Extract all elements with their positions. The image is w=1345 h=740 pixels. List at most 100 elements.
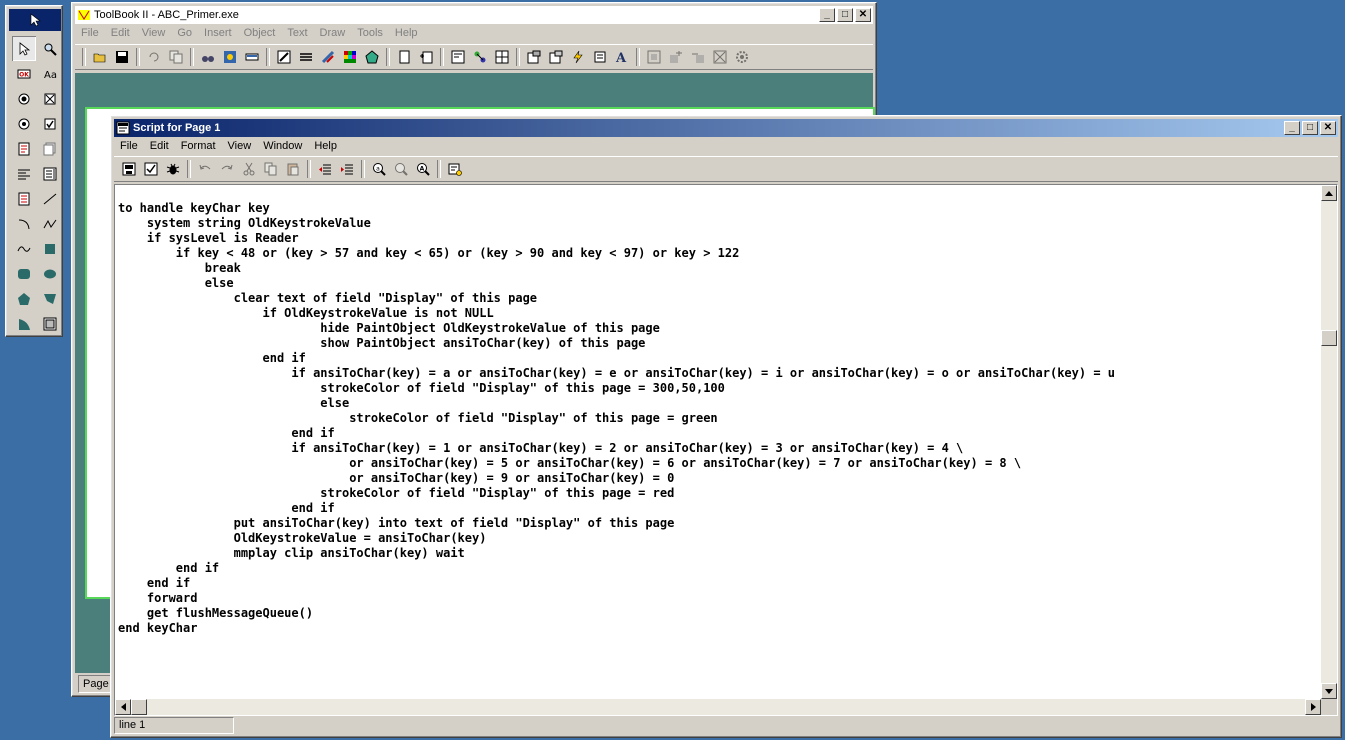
polyline-tool-icon[interactable] (38, 211, 62, 236)
menu-view[interactable]: View (222, 140, 258, 152)
binoculars-icon[interactable] (197, 47, 219, 67)
outdent-icon[interactable] (314, 159, 336, 179)
paste-icon[interactable] (282, 159, 304, 179)
minimize-button[interactable]: _ (819, 8, 835, 22)
debug-bug-icon[interactable] (162, 159, 184, 179)
undo-icon[interactable] (194, 159, 216, 179)
scroll-up-button[interactable] (1321, 185, 1337, 201)
vertical-scrollbar[interactable] (1321, 185, 1337, 699)
horizontal-scrollbar[interactable] (115, 699, 1321, 715)
find-icon[interactable]: a (368, 159, 390, 179)
menu-file[interactable]: File (114, 140, 144, 152)
replace-icon[interactable]: A (412, 159, 434, 179)
author-mode-icon[interactable] (273, 47, 295, 67)
curve-tool-icon[interactable] (12, 236, 36, 261)
save-disk-icon[interactable] (111, 47, 133, 67)
label-tool-icon[interactable]: Aa (38, 61, 62, 86)
menu-help[interactable]: Help (308, 140, 343, 152)
pentagon-tool-icon[interactable] (12, 286, 36, 311)
menu-object[interactable]: Object (238, 27, 282, 39)
close-button[interactable]: ✕ (855, 8, 871, 22)
radio-alt-tool-icon[interactable] (12, 111, 36, 136)
toolbook-titlebar[interactable]: ToolBook II - ABC_Primer.exe _ □ ✕ (75, 6, 873, 24)
button-tool-icon[interactable]: OK (12, 61, 36, 86)
page-properties-icon[interactable] (545, 47, 567, 67)
vertical-scroll-thumb[interactable] (1321, 330, 1337, 346)
scroll-left-button[interactable] (115, 699, 131, 715)
pie-tool-icon[interactable] (12, 311, 36, 336)
color-tray-icon[interactable] (317, 47, 339, 67)
indent-icon[interactable] (336, 159, 358, 179)
maximize-button[interactable]: □ (837, 8, 853, 22)
record-field-tool-icon[interactable] (38, 136, 62, 161)
list-tool-icon[interactable] (12, 186, 36, 211)
irregular-polygon-tool-icon[interactable] (38, 286, 62, 311)
run-script-icon[interactable] (444, 159, 466, 179)
menu-tools[interactable]: Tools (351, 27, 389, 39)
maximize-button[interactable]: □ (1302, 121, 1318, 135)
lightning-icon[interactable] (567, 47, 589, 67)
rounded-rect-tool-icon[interactable] (12, 261, 36, 286)
open-folder-icon[interactable] (89, 47, 111, 67)
ungroup-icon[interactable] (709, 47, 731, 67)
ellipse-tool-icon[interactable] (38, 261, 62, 286)
group-icon[interactable] (643, 47, 665, 67)
menu-edit[interactable]: Edit (144, 140, 175, 152)
field-tool-icon[interactable] (12, 136, 36, 161)
catalog-icon[interactable] (219, 47, 241, 67)
bring-forward-icon[interactable] (665, 47, 687, 67)
radio-button-tool-icon[interactable] (12, 86, 36, 111)
combo-box-tool-icon[interactable] (38, 161, 62, 186)
page-icon[interactable] (393, 47, 415, 67)
menu-insert[interactable]: Insert (198, 27, 238, 39)
stage-tool-icon[interactable] (38, 311, 62, 336)
flow-icon[interactable] (469, 47, 491, 67)
zoom-tool-icon[interactable] (38, 36, 62, 61)
widget-icon[interactable] (241, 47, 263, 67)
horizontal-scroll-thumb[interactable] (131, 699, 147, 715)
pointer-tool-icon[interactable] (12, 36, 36, 61)
menu-view[interactable]: View (136, 27, 172, 39)
checkbox-cross-tool-icon[interactable] (38, 86, 62, 111)
menu-go[interactable]: Go (171, 27, 198, 39)
scroll-right-button[interactable] (1305, 699, 1321, 715)
font-icon[interactable]: A (611, 47, 633, 67)
properties-icon[interactable] (447, 47, 469, 67)
script-titlebar[interactable]: Script for Page 1 _ □ ✕ (114, 119, 1338, 137)
cut-scissors-icon[interactable] (238, 159, 260, 179)
checkbox-tool-icon[interactable] (38, 111, 62, 136)
close-button[interactable]: ✕ (1320, 121, 1336, 135)
send-backward-icon[interactable] (687, 47, 709, 67)
arc-tool-icon[interactable] (12, 211, 36, 236)
palette-header[interactable] (9, 9, 61, 31)
object-properties-icon[interactable] (523, 47, 545, 67)
save-script-icon[interactable] (118, 159, 140, 179)
align-icon[interactable] (295, 47, 317, 67)
script-code[interactable]: to handle keyChar key system string OldK… (118, 201, 1115, 636)
rectangle-tool-icon[interactable] (38, 236, 62, 261)
menu-text[interactable]: Text (281, 27, 313, 39)
new-page-icon[interactable] (415, 47, 437, 67)
minimize-button[interactable]: _ (1284, 121, 1300, 135)
settings-gear-icon[interactable] (731, 47, 753, 67)
check-syntax-icon[interactable] (140, 159, 162, 179)
line-tool-icon[interactable] (38, 186, 62, 211)
redo-icon[interactable] (216, 159, 238, 179)
layout-grid-icon[interactable] (491, 47, 513, 67)
find-next-icon[interactable] (390, 159, 412, 179)
pentagon-shape-icon[interactable] (361, 47, 383, 67)
menu-file[interactable]: File (75, 27, 105, 39)
menu-format[interactable]: Format (175, 140, 222, 152)
menu-draw[interactable]: Draw (314, 27, 352, 39)
palette-grid-icon[interactable] (339, 47, 361, 67)
menu-edit[interactable]: Edit (105, 27, 136, 39)
menu-window[interactable]: Window (257, 140, 308, 152)
copy-icon[interactable] (260, 159, 282, 179)
copy-pages-icon[interactable] (165, 47, 187, 67)
menu-help[interactable]: Help (389, 27, 424, 39)
text-align-tool-icon[interactable] (12, 161, 36, 186)
scroll-down-button[interactable] (1321, 683, 1337, 699)
script-scroll-icon[interactable] (589, 47, 611, 67)
script-editor[interactable]: to handle keyChar key system string OldK… (114, 184, 1338, 716)
refresh-icon[interactable] (143, 47, 165, 67)
